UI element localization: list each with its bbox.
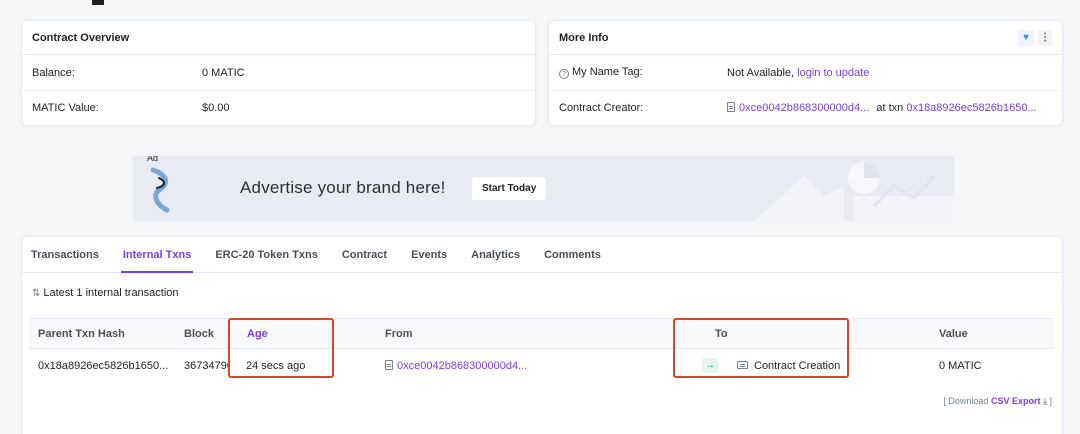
to-highlight-box bbox=[673, 318, 849, 378]
value-cell: 0 MATIC bbox=[939, 360, 982, 372]
tab-erc20-token-txns[interactable]: ERC-20 Token Txns bbox=[215, 237, 318, 272]
sort-icon: ⇅ bbox=[32, 287, 41, 299]
document-icon bbox=[727, 102, 735, 112]
start-today-button[interactable]: Start Today bbox=[472, 177, 547, 200]
name-tag-value-wrap: Not Available, login to update bbox=[727, 67, 869, 79]
transactions-card: Transactions Internal Txns ERC-20 Token … bbox=[21, 236, 1063, 434]
age-highlight-box bbox=[228, 318, 334, 378]
column-parent-txn-hash: Parent Txn Hash bbox=[38, 328, 125, 340]
from-cell: 0xce0042b868300000d4... bbox=[385, 360, 527, 372]
ad-banner[interactable]: Ad Advertise your brand here! Start Toda… bbox=[133, 156, 954, 221]
balance-value: 0 MATIC bbox=[202, 66, 245, 79]
download-prefix: [ Download bbox=[943, 396, 989, 406]
column-block: Block bbox=[184, 328, 214, 340]
tab-events[interactable]: Events bbox=[411, 237, 447, 272]
tab-contract[interactable]: Contract bbox=[342, 237, 387, 272]
contract-creator-label: Contract Creator: bbox=[559, 102, 644, 114]
contract-overview-header: Contract Overview bbox=[22, 21, 535, 55]
contract-overview-title: Contract Overview bbox=[32, 31, 130, 44]
table-header: Parent Txn Hash Block Age From To Value bbox=[29, 318, 1054, 349]
top-mark bbox=[92, 0, 104, 5]
matic-value-label: MATIC Value: bbox=[32, 102, 99, 114]
transaction-summary-text: Latest 1 internal transaction bbox=[43, 287, 179, 299]
contract-creator-value: 0xce0042b868300000d4... at txn 0x18a8926… bbox=[727, 102, 1037, 114]
from-address-link[interactable]: 0xce0042b868300000d4... bbox=[397, 360, 527, 372]
tab-internal-txns[interactable]: Internal Txns bbox=[120, 237, 194, 273]
creator-txn-link[interactable]: 0x18a8926ec5826b1650... bbox=[906, 102, 1036, 114]
contract-overview-card: Contract Overview Balance: 0 MATIC MATIC… bbox=[21, 20, 536, 126]
download-icon: ⤓ bbox=[1042, 396, 1047, 406]
download-suffix: ] bbox=[1049, 396, 1052, 406]
matic-value-row: MATIC Value: $0.00 bbox=[22, 90, 535, 125]
table-row: 0x18a8926ec5826b1650... 36734790 24 secs… bbox=[29, 350, 1054, 382]
balance-row: Balance: 0 MATIC bbox=[22, 55, 535, 90]
creator-address-link[interactable]: 0xce0042b868300000d4... bbox=[739, 102, 869, 114]
name-tag-label: My Name Tag: bbox=[572, 65, 643, 78]
ad-illustration-icon bbox=[754, 162, 954, 221]
question-icon[interactable]: ? bbox=[559, 69, 569, 80]
download-csv: [ Download CSV Export ⤓ ] bbox=[943, 396, 1052, 407]
more-info-title: More Info bbox=[559, 31, 609, 44]
column-from: From bbox=[385, 328, 413, 340]
block-link[interactable]: 36734790 bbox=[184, 360, 229, 372]
brand-logo-icon bbox=[150, 167, 170, 213]
more-info-header: More Info ♥ ⋮ bbox=[549, 21, 1062, 55]
name-tag-row: ? My Name Tag: Not Available, login to up… bbox=[549, 55, 1062, 90]
document-icon bbox=[385, 360, 393, 370]
csv-export-link[interactable]: CSV Export bbox=[991, 396, 1041, 406]
tab-comments[interactable]: Comments bbox=[544, 237, 601, 272]
column-value: Value bbox=[939, 328, 968, 340]
more-info-actions: ♥ ⋮ bbox=[1018, 29, 1052, 46]
ad-badge: Ad bbox=[147, 156, 159, 163]
contract-creator-row: Contract Creator: 0xce0042b868300000d4..… bbox=[549, 90, 1062, 125]
heart-icon[interactable]: ♥ bbox=[1018, 29, 1034, 46]
login-to-update-link[interactable]: login to update bbox=[797, 67, 869, 79]
transaction-summary: ⇅ Latest 1 internal transaction bbox=[32, 287, 179, 299]
more-info-card: More Info ♥ ⋮ ? My Name Tag: Not Availabl… bbox=[548, 20, 1063, 126]
at-txn-text: at txn bbox=[876, 102, 904, 114]
tab-transactions[interactable]: Transactions bbox=[31, 237, 99, 272]
balance-label: Balance: bbox=[32, 66, 75, 79]
name-tag-value: Not Available, bbox=[727, 66, 795, 79]
matic-value: $0.00 bbox=[202, 102, 230, 114]
parent-txn-hash-link[interactable]: 0x18a8926ec5826b1650... bbox=[38, 360, 168, 372]
tab-bar: Transactions Internal Txns ERC-20 Token … bbox=[22, 237, 1062, 273]
ad-text: Advertise your brand here! bbox=[240, 178, 446, 197]
more-options-icon[interactable]: ⋮ bbox=[1038, 29, 1052, 46]
tab-analytics[interactable]: Analytics bbox=[471, 237, 520, 272]
name-tag-label-wrap: ? My Name Tag: bbox=[559, 66, 727, 80]
